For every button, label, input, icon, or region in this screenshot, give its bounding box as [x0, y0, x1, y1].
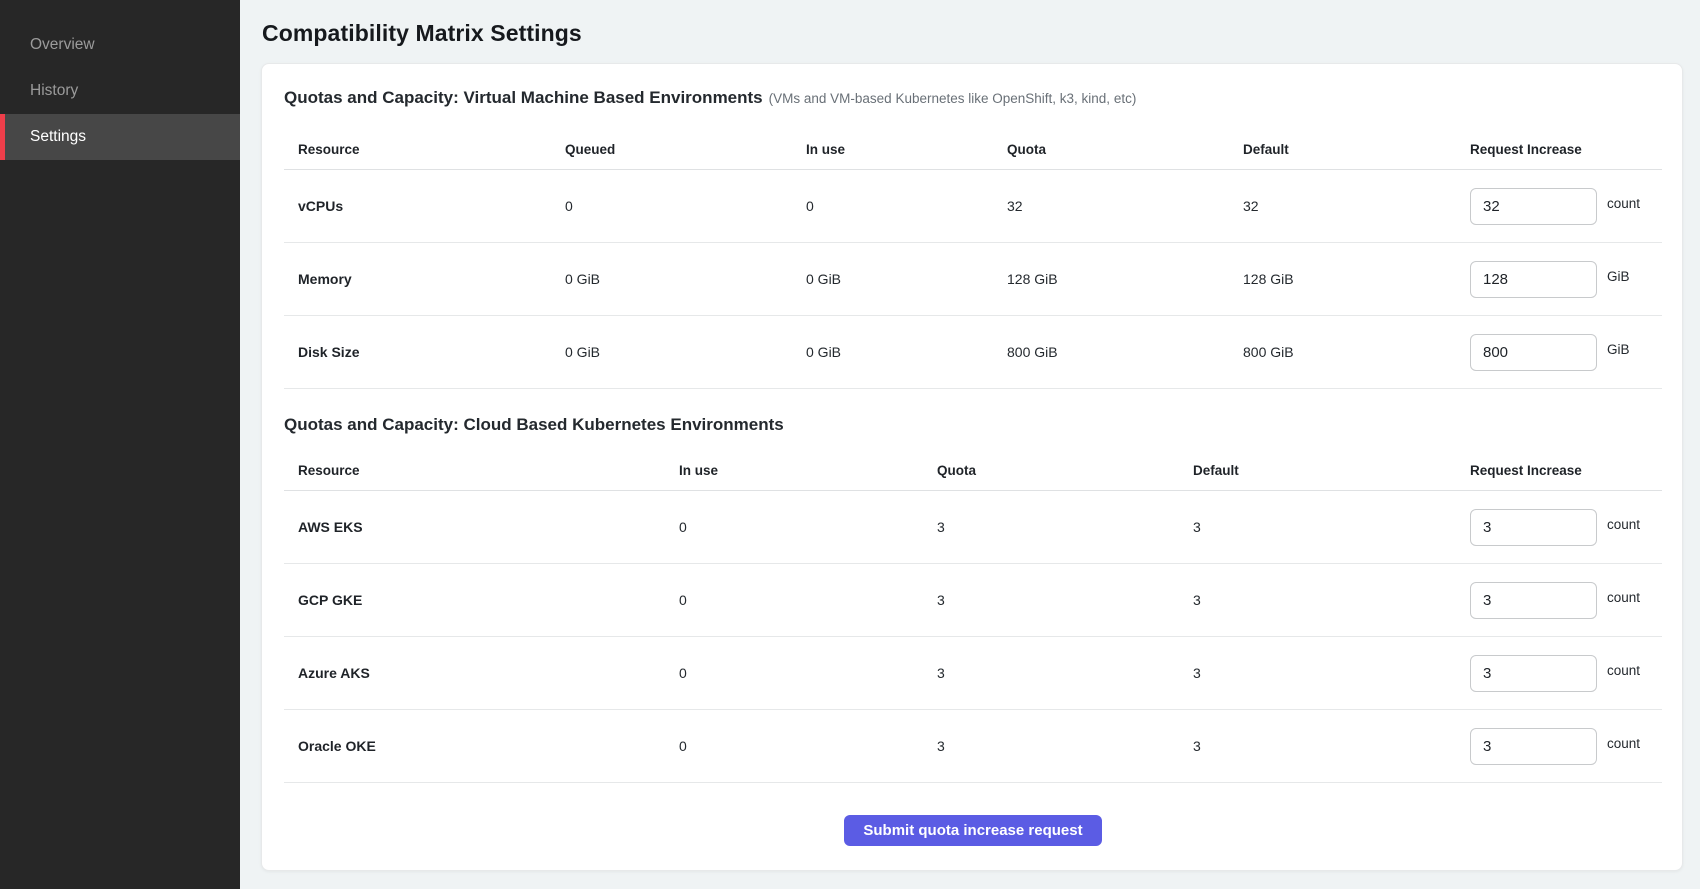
vm-section-subtitle: (VMs and VM-based Kubernetes like OpenSh…: [769, 91, 1137, 106]
main-content: Compatibility Matrix Settings Quotas and…: [240, 0, 1700, 889]
request-increase-cell: count: [1470, 188, 1662, 225]
quota-settings-card: Quotas and Capacity: Virtual Machine Bas…: [261, 63, 1683, 871]
queued-value: 0: [565, 198, 806, 214]
table-row-disk-size: Disk Size 0 GiB 0 GiB 800 GiB 800 GiB Gi…: [284, 316, 1662, 389]
in-use-value: 0: [679, 592, 937, 608]
page-title: Compatibility Matrix Settings: [262, 20, 1683, 47]
quota-value: 3: [937, 592, 1193, 608]
request-increase-cell: GiB: [1470, 261, 1662, 298]
gcp-gke-request-input[interactable]: [1470, 582, 1597, 619]
default-value: 3: [1193, 738, 1470, 754]
table-row-aws-eks: AWS EKS 0 3 3 count: [284, 491, 1662, 564]
quota-value: 3: [937, 738, 1193, 754]
quota-value: 800 GiB: [1007, 344, 1243, 360]
in-use-value: 0: [679, 738, 937, 754]
sidebar-item-label: History: [30, 82, 78, 100]
unit-label: count: [1607, 663, 1640, 678]
unit-label: count: [1607, 736, 1640, 751]
default-value: 3: [1193, 592, 1470, 608]
column-header-resource: Resource: [284, 142, 565, 157]
sidebar-item-label: Settings: [30, 128, 86, 146]
request-increase-cell: count: [1470, 728, 1662, 765]
aws-eks-request-input[interactable]: [1470, 509, 1597, 546]
sidebar: Overview History Settings: [0, 0, 240, 889]
azure-aks-request-input[interactable]: [1470, 655, 1597, 692]
column-header-queued: Queued: [565, 142, 806, 157]
column-header-default: Default: [1193, 463, 1470, 478]
quota-value: 128 GiB: [1007, 271, 1243, 287]
quota-value: 32: [1007, 198, 1243, 214]
button-row: Submit quota increase request: [284, 815, 1662, 846]
request-increase-cell: count: [1470, 509, 1662, 546]
queued-value: 0 GiB: [565, 271, 806, 287]
memory-request-input[interactable]: [1470, 261, 1597, 298]
quota-value: 3: [937, 665, 1193, 681]
default-value: 800 GiB: [1243, 344, 1470, 360]
column-header-quota: Quota: [937, 463, 1193, 478]
default-value: 3: [1193, 665, 1470, 681]
unit-label: GiB: [1607, 342, 1630, 357]
unit-label: count: [1607, 590, 1640, 605]
app-window: Overview History Settings Compatibility …: [0, 0, 1700, 889]
disk-size-request-input[interactable]: [1470, 334, 1597, 371]
cloud-table-header: Resource In use Quota Default Request In…: [284, 451, 1662, 491]
sidebar-item-overview[interactable]: Overview: [0, 22, 240, 68]
resource-name: vCPUs: [284, 198, 565, 214]
column-header-in-use: In use: [806, 142, 1007, 157]
in-use-value: 0: [806, 198, 1007, 214]
submit-quota-increase-button[interactable]: Submit quota increase request: [844, 815, 1101, 846]
sidebar-item-label: Overview: [30, 36, 95, 54]
table-row-gcp-gke: GCP GKE 0 3 3 count: [284, 564, 1662, 637]
quota-value: 3: [937, 519, 1193, 535]
vm-section: Quotas and Capacity: Virtual Machine Bas…: [284, 88, 1662, 389]
default-value: 32: [1243, 198, 1470, 214]
column-header-resource: Resource: [284, 463, 679, 478]
sidebar-item-history[interactable]: History: [0, 68, 240, 114]
cloud-section: Quotas and Capacity: Cloud Based Kuberne…: [284, 415, 1662, 783]
resource-name: GCP GKE: [284, 592, 679, 608]
unit-label: count: [1607, 196, 1640, 211]
resource-name: Oracle OKE: [284, 738, 679, 754]
oracle-oke-request-input[interactable]: [1470, 728, 1597, 765]
table-row-memory: Memory 0 GiB 0 GiB 128 GiB 128 GiB GiB: [284, 243, 1662, 316]
table-row-azure-aks: Azure AKS 0 3 3 count: [284, 637, 1662, 710]
request-increase-cell: count: [1470, 655, 1662, 692]
vcpus-request-input[interactable]: [1470, 188, 1597, 225]
in-use-value: 0 GiB: [806, 271, 1007, 287]
table-row-vcpus: vCPUs 0 0 32 32 count: [284, 170, 1662, 243]
vm-section-header: Quotas and Capacity: Virtual Machine Bas…: [284, 88, 1662, 108]
resource-name: Disk Size: [284, 344, 565, 360]
request-increase-cell: count: [1470, 582, 1662, 619]
default-value: 128 GiB: [1243, 271, 1470, 287]
unit-label: GiB: [1607, 269, 1630, 284]
vm-table-header: Resource Queued In use Quota Default Req…: [284, 130, 1662, 170]
in-use-value: 0: [679, 519, 937, 535]
resource-name: Memory: [284, 271, 565, 287]
vm-section-title: Quotas and Capacity: Virtual Machine Bas…: [284, 88, 763, 107]
queued-value: 0 GiB: [565, 344, 806, 360]
column-header-quota: Quota: [1007, 142, 1243, 157]
column-header-request-increase: Request Increase: [1470, 463, 1662, 478]
column-header-in-use: In use: [679, 463, 937, 478]
in-use-value: 0 GiB: [806, 344, 1007, 360]
column-header-default: Default: [1243, 142, 1470, 157]
resource-name: Azure AKS: [284, 665, 679, 681]
resource-name: AWS EKS: [284, 519, 679, 535]
request-increase-cell: GiB: [1470, 334, 1662, 371]
in-use-value: 0: [679, 665, 937, 681]
sidebar-item-settings[interactable]: Settings: [0, 114, 240, 160]
table-row-oracle-oke: Oracle OKE 0 3 3 count: [284, 710, 1662, 783]
column-header-request-increase: Request Increase: [1470, 142, 1662, 157]
unit-label: count: [1607, 517, 1640, 532]
default-value: 3: [1193, 519, 1470, 535]
cloud-section-title: Quotas and Capacity: Cloud Based Kuberne…: [284, 415, 1662, 435]
